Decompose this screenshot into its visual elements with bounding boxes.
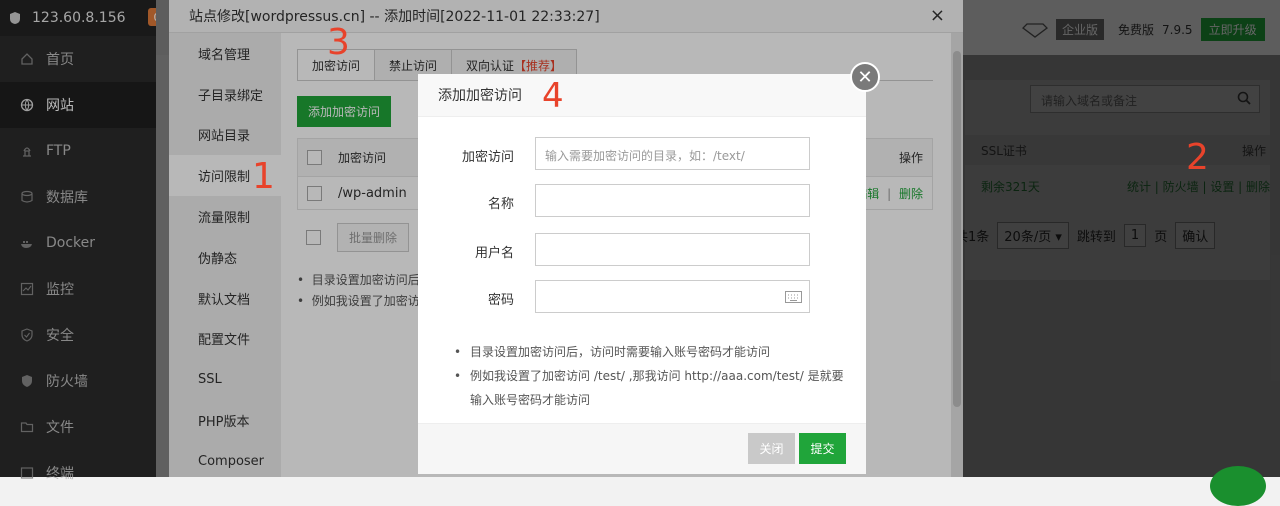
cancel-button[interactable]: 关闭	[748, 433, 795, 464]
path-input[interactable]: 输入需要加密访问的目录，如：/text/	[535, 137, 810, 170]
field-path: 加密访问 输入需要加密访问的目录，如：/text/	[418, 137, 866, 171]
tip-1: 目录设置加密访问后，访问时需要输入账号密码才能访问	[454, 340, 854, 364]
annotation-3: 3	[327, 22, 350, 63]
dialog-footer: 关闭 提交	[418, 423, 866, 474]
dialog-tips: 目录设置加密访问后，访问时需要输入账号密码才能访问 例如我设置了加密访问 /te…	[454, 340, 854, 412]
name-input[interactable]	[535, 184, 810, 217]
close-icon[interactable]: ✕	[850, 62, 880, 92]
keyboard-icon[interactable]	[785, 291, 802, 303]
submit-button[interactable]: 提交	[799, 433, 846, 464]
username-input[interactable]	[535, 233, 810, 266]
field-password: 密码	[418, 280, 866, 314]
annotation-4: 4	[542, 76, 564, 116]
field-username: 用户名	[418, 233, 866, 267]
dialog-title-bar: 添加加密访问 4	[418, 74, 866, 117]
field-path-label: 加密访问	[461, 150, 514, 165]
password-input[interactable]	[535, 280, 810, 313]
add-encrypted-access-dialog: 添加加密访问 4 ✕ 加密访问 输入需要加密访问的目录，如：/text/ 名称 …	[418, 62, 880, 474]
field-name-label: 名称	[487, 197, 514, 212]
annotation-2: 2	[1186, 137, 1209, 178]
chat-widget[interactable]	[1210, 466, 1266, 506]
annotation-1: 1	[252, 156, 275, 197]
field-password-label: 密码	[487, 293, 514, 308]
field-name: 名称	[418, 184, 866, 218]
field-username-label: 用户名	[474, 246, 514, 261]
dialog-title: 添加加密访问	[438, 88, 522, 104]
tip-2: 例如我设置了加密访问 /test/ ,那我访问 http://aaa.com/t…	[454, 364, 854, 412]
